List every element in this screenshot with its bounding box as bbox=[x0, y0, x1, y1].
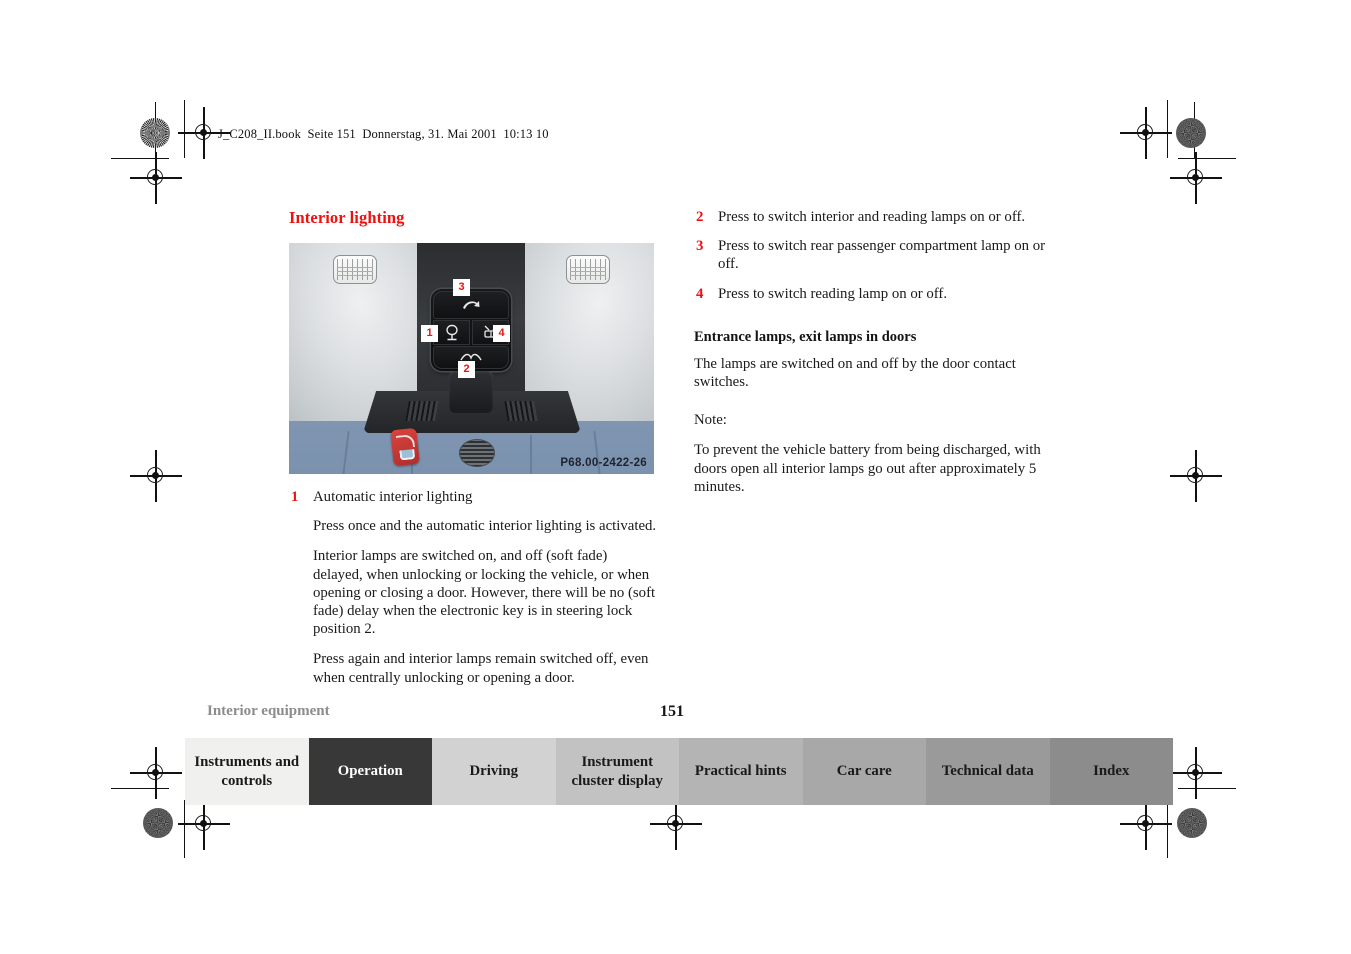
list-item-1: 1 Automatic interior lighting bbox=[289, 488, 657, 506]
figure-callout-1: 1 bbox=[421, 325, 438, 342]
list-item-4: 4 Press to switch reading lamp on or off… bbox=[694, 285, 1066, 303]
list-item-3-text: Press to switch rear passenger compartme… bbox=[718, 238, 1046, 273]
console-vent-slots-left bbox=[405, 401, 439, 421]
registration-mark-bottom-right bbox=[1170, 747, 1222, 799]
trim-line-top-left-v bbox=[155, 102, 157, 158]
paragraph-door-contact-switches: The lamps are switched on and off by the… bbox=[694, 355, 1016, 391]
list-item-4-text: Press to switch reading lamp on or off. bbox=[718, 285, 948, 302]
sos-handset-icon bbox=[399, 449, 416, 461]
registration-mark-mid-right bbox=[1170, 450, 1222, 502]
bleed-rule-right bbox=[1167, 100, 1169, 158]
left-column: Interior lighting bbox=[289, 208, 655, 242]
bleed-rule-left bbox=[184, 100, 186, 158]
registration-mark-mid-left-top bbox=[130, 152, 182, 204]
tab-operation[interactable]: Operation bbox=[308, 738, 432, 805]
tab-car-care[interactable]: Car care bbox=[802, 738, 926, 805]
trim-line-top-right bbox=[1178, 158, 1236, 160]
rear-compartment-lamp-button[interactable] bbox=[433, 291, 509, 319]
list-item-2-number: 2 bbox=[696, 209, 704, 225]
list-item-1-number: 1 bbox=[291, 489, 299, 505]
trim-line-bottom-left bbox=[111, 788, 169, 790]
right-column: 2 Press to switch interior and reading l… bbox=[694, 208, 1066, 508]
emergency-call-button[interactable] bbox=[390, 427, 420, 467]
print-file-slug: J_C208_II.book Seite 151 Donnerstag, 31.… bbox=[218, 127, 549, 141]
registration-mark-foot-right bbox=[1120, 798, 1172, 850]
list-item-2: 2 Press to switch interior and reading l… bbox=[694, 208, 1066, 226]
paragraph-press-once: Press once and the automatic interior li… bbox=[313, 518, 657, 535]
registration-mark-mid-left bbox=[130, 450, 182, 502]
headliner-seam-center-right bbox=[530, 435, 532, 474]
halftone-target-bottom-left bbox=[143, 808, 173, 838]
registration-mark-mid-right-top bbox=[1170, 152, 1222, 204]
chapter-tab-bar: Instruments and controls Operation Drivi… bbox=[185, 738, 1173, 805]
list-item-1-body: Press once and the automatic interior li… bbox=[289, 517, 657, 687]
figure-reference-code: P68.00-2422-26 bbox=[560, 457, 647, 469]
registration-mark-top-right bbox=[1120, 107, 1172, 159]
page-title: Interior lighting bbox=[289, 208, 405, 227]
vanity-lamp-right bbox=[566, 255, 610, 284]
figure-callout-2: 2 bbox=[458, 361, 475, 378]
halftone-target-top-right bbox=[1176, 118, 1206, 148]
trim-line-top-left bbox=[111, 158, 169, 160]
bleed-rule-right-bottom bbox=[1167, 800, 1169, 858]
list-item-4-number: 4 bbox=[696, 285, 704, 302]
rear-lamp-arrow-icon bbox=[463, 301, 480, 309]
automatic-interior-lighting-button[interactable] bbox=[433, 320, 470, 345]
registration-mark-bottom-left bbox=[130, 747, 182, 799]
tab-instrument-cluster-display[interactable]: Instrument cluster display bbox=[555, 738, 679, 805]
figure-callout-4: 4 bbox=[493, 325, 510, 342]
tab-instruments-and-controls[interactable]: Instruments and controls bbox=[185, 738, 309, 805]
tab-technical-data[interactable]: Technical data bbox=[926, 738, 1050, 805]
list-item-3-number: 3 bbox=[696, 238, 704, 255]
paragraph-soft-fade: Interior lamps are switched on, and off … bbox=[313, 548, 656, 638]
list-item-1-label: Automatic interior lighting bbox=[313, 489, 473, 505]
trim-line-bottom-right bbox=[1178, 788, 1236, 790]
paragraph-press-again: Press again and interior lamps remain sw… bbox=[313, 651, 649, 686]
list-item-2-text: Press to switch interior and reading lam… bbox=[718, 209, 1026, 225]
halftone-target-bottom-right bbox=[1177, 808, 1207, 838]
trim-line-top-right-v bbox=[1194, 102, 1196, 158]
tab-index[interactable]: Index bbox=[1049, 738, 1173, 805]
list-item-3: 3 Press to switch rear passenger compart… bbox=[694, 237, 1066, 273]
registration-mark-foot-center bbox=[650, 798, 702, 850]
figure-callout-3: 3 bbox=[453, 279, 470, 296]
running-head: Interior equipment bbox=[207, 703, 330, 719]
registration-mark-top-left bbox=[178, 107, 230, 159]
vanity-lamp-left bbox=[333, 255, 377, 284]
interior-lamp-icon bbox=[445, 324, 458, 341]
sos-wave-icon bbox=[395, 434, 416, 449]
bleed-rule-left-bottom bbox=[184, 800, 186, 858]
console-vent-slots-right bbox=[504, 401, 538, 421]
console-speaker-grille bbox=[459, 439, 495, 467]
halftone-target-top-left bbox=[140, 118, 170, 148]
tab-driving[interactable]: Driving bbox=[432, 738, 556, 805]
registration-mark-foot-left bbox=[178, 798, 230, 850]
tab-practical-hints[interactable]: Practical hints bbox=[679, 738, 803, 805]
subsection-heading-entrance-lamps: Entrance lamps, exit lamps in doors bbox=[694, 328, 917, 345]
page-number: 151 bbox=[660, 703, 684, 720]
note-body: To prevent the vehicle battery from bein… bbox=[694, 442, 1041, 495]
note-label: Note: bbox=[694, 412, 727, 429]
figure-overhead-console: P68.00-2422-26 bbox=[289, 243, 654, 474]
left-column-body: 1 Automatic interior lighting Press once… bbox=[289, 488, 657, 699]
